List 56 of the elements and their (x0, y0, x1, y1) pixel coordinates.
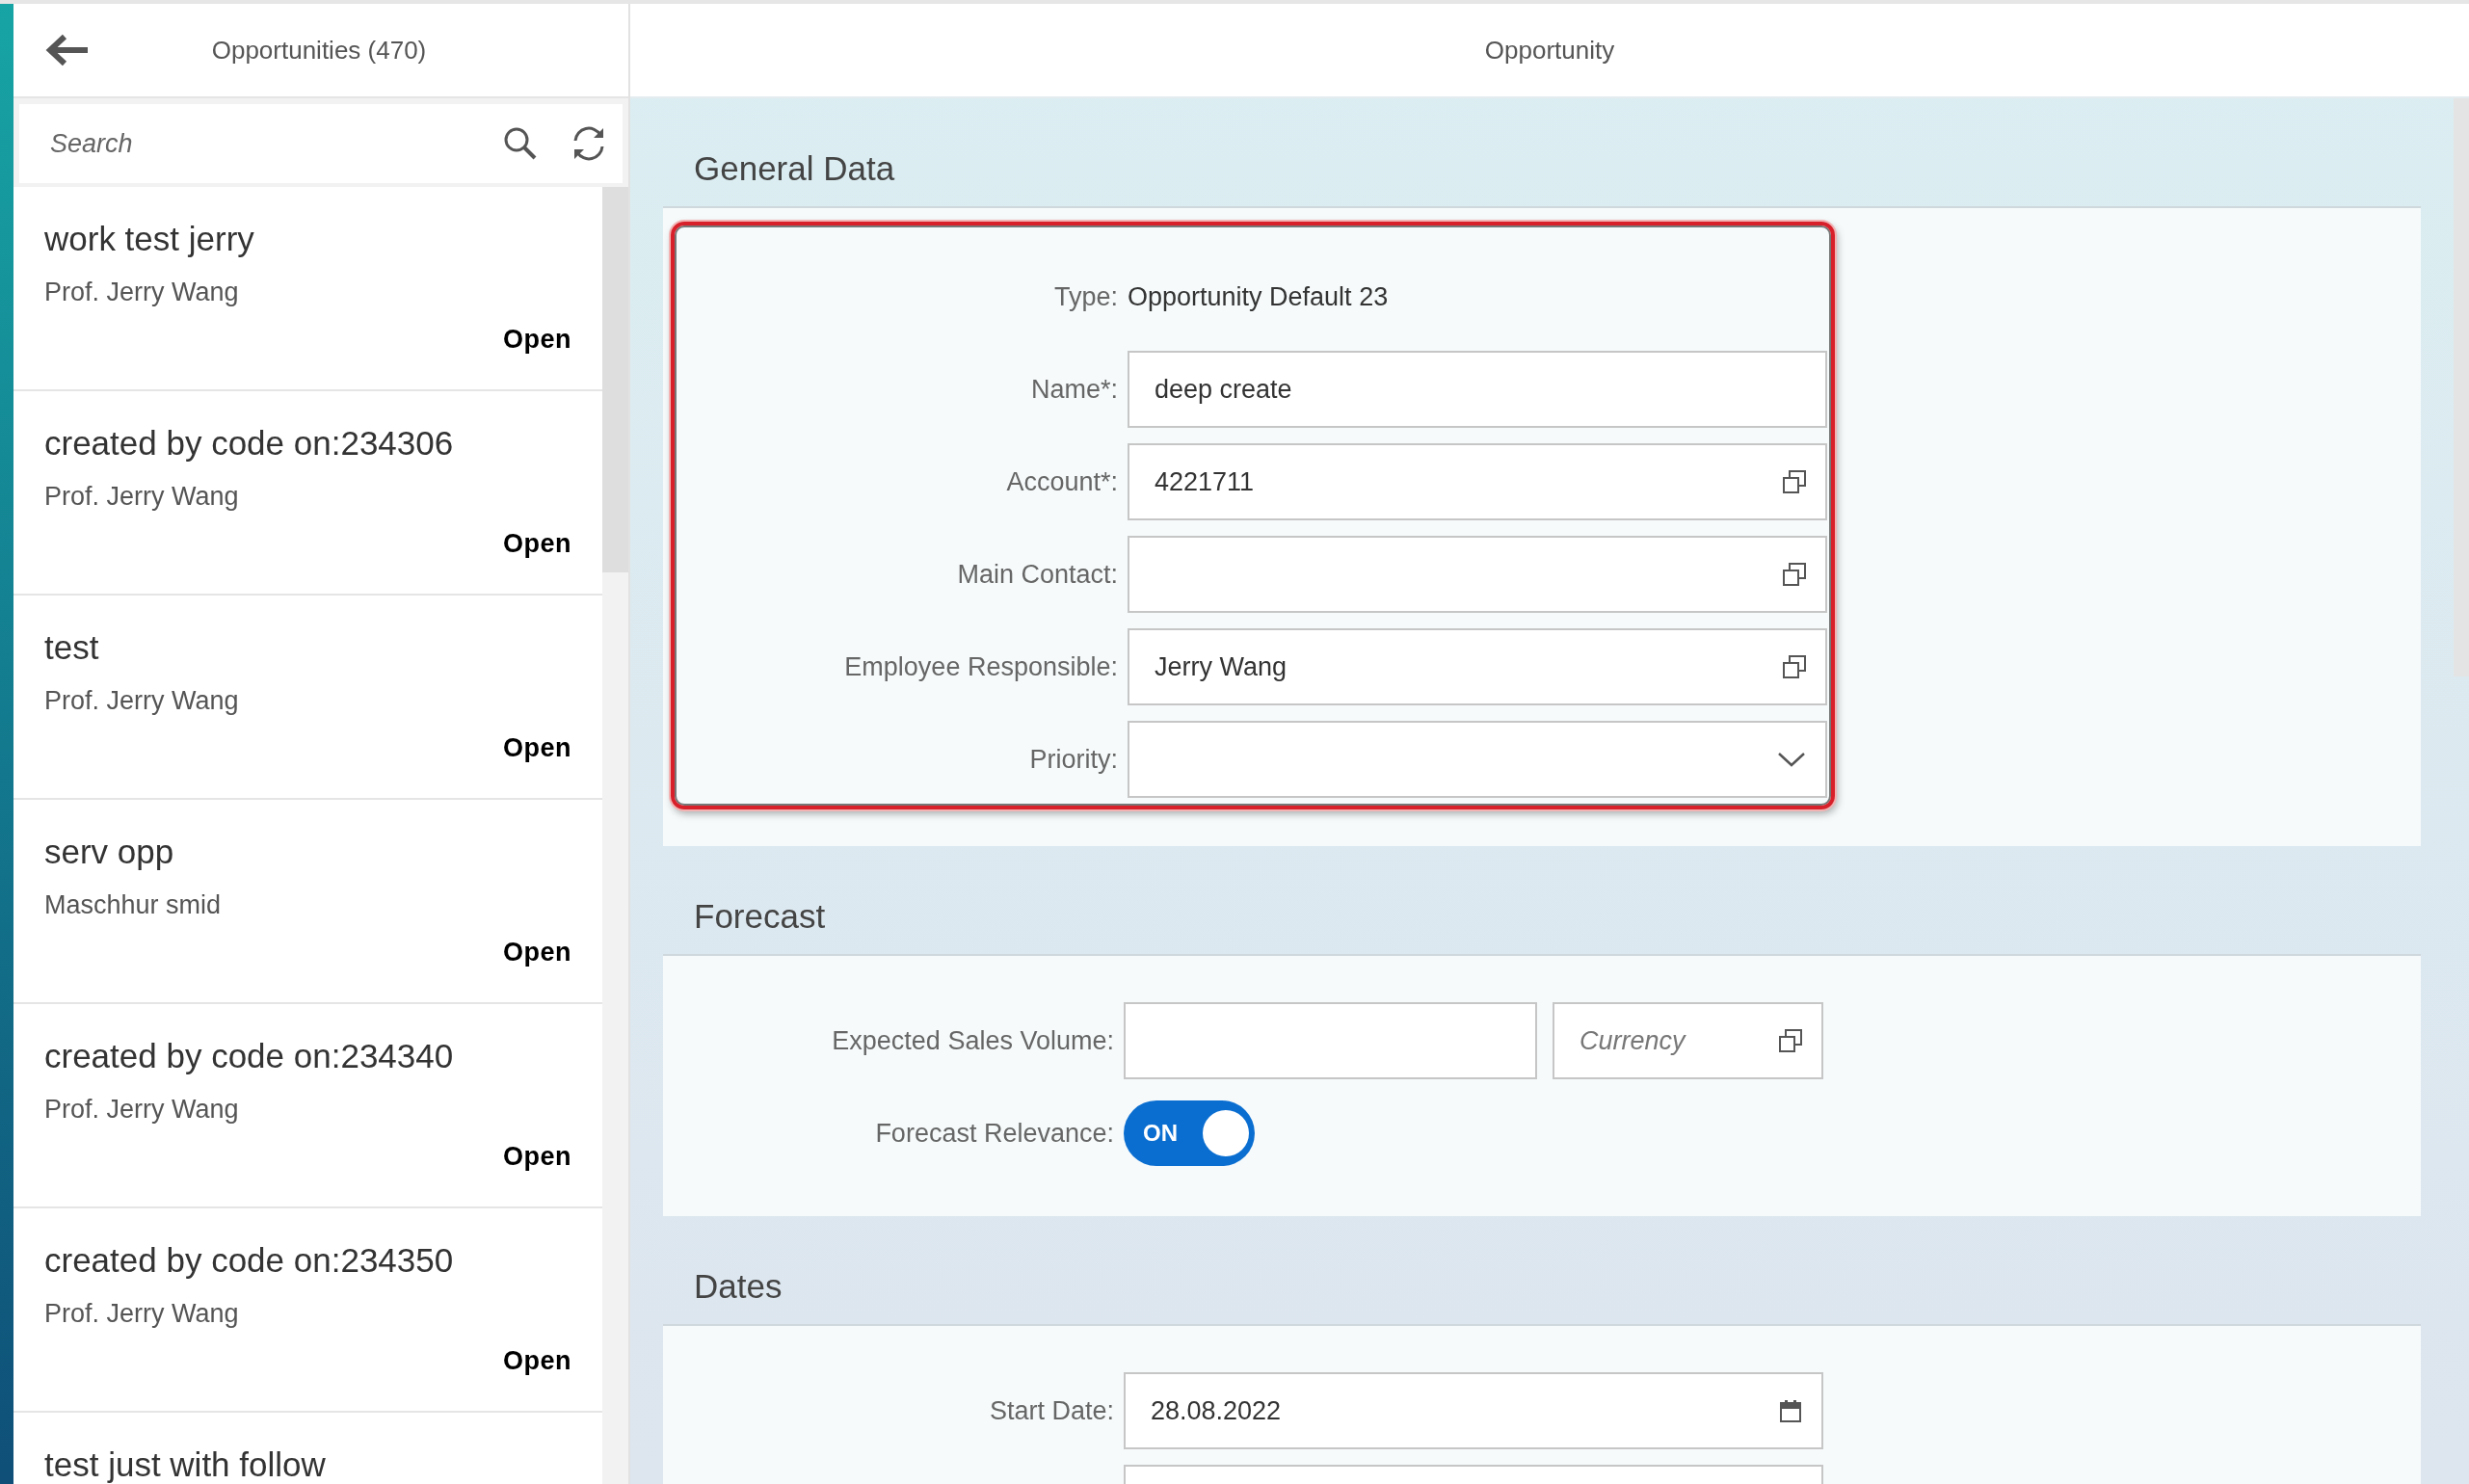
item-status: Open (503, 1142, 571, 1172)
search-bar[interactable]: Search (19, 104, 623, 183)
list-item[interactable]: work test jerry Prof. Jerry Wang Open (13, 187, 602, 389)
calendar-icon[interactable] (1779, 1399, 1802, 1422)
input-field[interactable]: Currency (1553, 1002, 1823, 1079)
item-title: work test jerry (44, 220, 255, 258)
value-help-icon[interactable] (1783, 563, 1806, 586)
item-title: test (44, 628, 100, 667)
input-field[interactable] (1124, 1002, 1537, 1079)
item-subtitle: Maschhur smid (44, 890, 223, 920)
item-status: Open (503, 733, 571, 763)
input-field[interactable] (1128, 536, 1827, 613)
field-label: Main Contact: (956, 559, 1119, 590)
list-item[interactable]: created by code on:234350 Prof. Jerry Wang Open (13, 1208, 602, 1411)
field-label: Priority: (1028, 744, 1119, 775)
item-title: serv opp (44, 833, 175, 871)
item-subtitle: Prof. Jerry Wang (44, 278, 240, 307)
item-subtitle: Prof. Jerry Wang (44, 482, 240, 512)
item-status: Open (503, 325, 571, 355)
back-arrow-icon (45, 34, 90, 66)
page-title: Opportunity (1484, 35, 1615, 66)
item-status: Open (503, 529, 571, 559)
value-help-icon[interactable] (1783, 655, 1806, 678)
input-field[interactable]: deep create (1128, 351, 1827, 428)
field-label: Type: (1052, 281, 1119, 312)
field-label: Start Date: (988, 1395, 1115, 1426)
date-field[interactable]: 28.08.2022 (1124, 1372, 1823, 1449)
item-title: created by code on:234306 (44, 424, 455, 463)
field-label: Employee Responsible: (843, 651, 1119, 682)
list-item[interactable]: created by code on:234306 Prof. Jerry Wang Open (13, 391, 602, 594)
list-item[interactable]: test Prof. Jerry Wang Open (13, 596, 602, 798)
list-item[interactable]: created by code on:234340 Prof. Jerry Wang Open (13, 1004, 602, 1206)
toggle-switch[interactable]: ON (1124, 1100, 1255, 1166)
value-help-icon[interactable] (1779, 1029, 1802, 1052)
chevron-down-icon[interactable] (1777, 751, 1806, 768)
list-title: Opportunities (470) (210, 35, 428, 66)
input-field[interactable]: Jerry Wang (1128, 628, 1827, 705)
field-label: Account*: (1005, 466, 1119, 497)
input-field[interactable]: 4221711 (1128, 443, 1827, 520)
field-value: Opportunity Default 23 (1128, 281, 1389, 312)
item-title: created by code on:234340 (44, 1037, 455, 1075)
field-label: Forecast Relevance: (874, 1118, 1115, 1149)
list-item[interactable]: test just with follow (13, 1413, 602, 1484)
item-subtitle: Prof. Jerry Wang (44, 1299, 240, 1329)
list-item[interactable]: serv opp Maschhur smid Open (13, 800, 602, 1002)
item-status: Open (503, 938, 571, 967)
value-help-icon[interactable] (1783, 470, 1806, 493)
item-title: test just with follow (44, 1445, 327, 1484)
item-subtitle: Prof. Jerry Wang (44, 686, 240, 716)
select-field[interactable] (1128, 721, 1827, 798)
item-subtitle: Prof. Jerry Wang (44, 1095, 240, 1125)
search-field[interactable]: Search (48, 127, 472, 160)
field-label: Name*: (1029, 374, 1119, 405)
item-title: created by code on:234350 (44, 1241, 455, 1280)
field-label: Expected Sales Volume: (831, 1025, 1115, 1056)
item-status: Open (503, 1346, 571, 1376)
